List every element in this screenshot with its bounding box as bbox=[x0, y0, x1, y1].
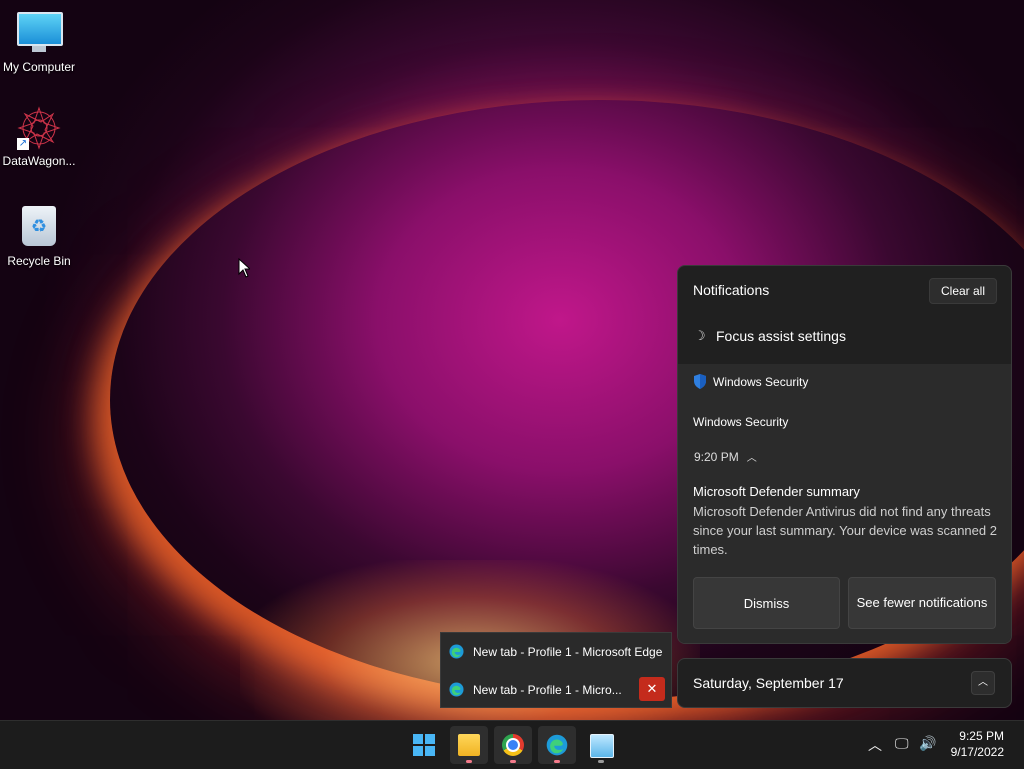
notification-heading: Microsoft Defender summary bbox=[693, 484, 860, 499]
chevron-up-icon[interactable]: ︿ bbox=[971, 671, 995, 695]
notification-title: Notifications bbox=[693, 282, 770, 298]
taskbar-window-list: New tab - Profile 1 - Microsoft Edge New… bbox=[440, 632, 672, 708]
shortcut-arrow-icon: ↗ bbox=[17, 138, 29, 150]
notification-time-row[interactable]: 9:20 PM ︿ bbox=[694, 449, 757, 464]
desktop-icon-label: DataWagon... bbox=[2, 154, 76, 168]
clear-all-button[interactable]: Clear all bbox=[929, 278, 997, 304]
show-hidden-icons-chevron-icon[interactable]: ︿ bbox=[868, 735, 882, 755]
notification-center: Notifications Clear all ☽ Focus assist s… bbox=[677, 265, 1012, 644]
running-indicator bbox=[466, 760, 472, 763]
calendar-panel[interactable]: Saturday, September 17 ︿ bbox=[677, 658, 1012, 708]
mouse-cursor-icon bbox=[238, 258, 250, 278]
chevron-up-icon[interactable]: ︿ bbox=[747, 453, 757, 464]
dismiss-button[interactable]: Dismiss bbox=[693, 577, 840, 629]
file-explorer-icon bbox=[458, 734, 480, 756]
volume-icon[interactable]: 🔊 bbox=[919, 735, 936, 752]
window-thumbnail-item[interactable]: New tab - Profile 1 - Microsoft Edge bbox=[441, 634, 671, 668]
clock-date: 9/17/2022 bbox=[950, 745, 1004, 759]
focus-assist-label: Focus assist settings bbox=[716, 328, 846, 344]
taskbar: ︿ 🖵 🔊 9:25 PM 9/17/2022 bbox=[0, 720, 1024, 769]
edge-icon bbox=[449, 644, 464, 659]
desktop-icon-recycle-bin[interactable]: ♻ Recycle Bin bbox=[0, 204, 78, 268]
notification-header: Notifications Clear all bbox=[678, 266, 1011, 314]
chrome-icon bbox=[502, 734, 524, 756]
clock-time: 9:25 PM bbox=[959, 729, 1004, 743]
edge-icon bbox=[546, 734, 568, 756]
notification-card[interactable]: Windows Security Windows Security 9:20 P… bbox=[678, 364, 1011, 643]
notification-app-header: Windows Security bbox=[693, 374, 808, 389]
remote-desktop-icon bbox=[590, 734, 614, 758]
desktop-icon-datawagon[interactable]: ↗ DataWagon... bbox=[0, 106, 78, 168]
close-icon: ✕ bbox=[646, 681, 658, 696]
network-icon[interactable]: 🖵 bbox=[895, 735, 909, 752]
notification-source: Windows Security bbox=[693, 415, 789, 429]
desktop-icon-label: My Computer bbox=[2, 60, 76, 74]
window-thumbnail-item[interactable]: New tab - Profile 1 - Micro... ✕ bbox=[441, 672, 671, 706]
running-indicator bbox=[510, 760, 516, 763]
notification-time: 9:20 PM bbox=[694, 450, 739, 464]
taskbar-chrome[interactable] bbox=[494, 726, 532, 764]
taskbar-file-explorer[interactable] bbox=[450, 726, 488, 764]
recycle-bin-icon: ♻ bbox=[17, 206, 61, 250]
see-fewer-notifications-button[interactable]: See fewer notifications bbox=[848, 577, 996, 629]
running-indicator bbox=[598, 760, 604, 763]
desktop-icon-my-computer[interactable]: My Computer bbox=[0, 8, 78, 74]
taskbar-remote-desktop[interactable] bbox=[582, 726, 620, 764]
shield-icon bbox=[694, 374, 706, 389]
moon-icon: ☽ bbox=[694, 328, 706, 343]
start-button[interactable] bbox=[405, 726, 443, 764]
taskbar-edge[interactable] bbox=[538, 726, 576, 764]
window-title: New tab - Profile 1 - Microsoft Edge bbox=[473, 645, 663, 659]
start-icon bbox=[413, 734, 435, 756]
edge-icon bbox=[449, 682, 464, 697]
notification-app-name: Windows Security bbox=[713, 375, 809, 389]
running-indicator bbox=[554, 760, 560, 763]
monitor-icon bbox=[17, 12, 63, 56]
focus-assist-settings-link[interactable]: ☽ Focus assist settings bbox=[678, 314, 1011, 360]
taskbar-clock[interactable]: 9:25 PM 9/17/2022 bbox=[951, 728, 1004, 760]
close-window-button[interactable]: ✕ bbox=[639, 677, 665, 701]
calendar-date: Saturday, September 17 bbox=[693, 675, 844, 691]
window-title: New tab - Profile 1 - Micro... bbox=[473, 683, 622, 697]
starburst-app-icon: ↗ bbox=[17, 106, 61, 150]
notification-body: Microsoft Defender Antivirus did not fin… bbox=[693, 504, 997, 557]
desktop-icon-label: Recycle Bin bbox=[7, 254, 71, 268]
